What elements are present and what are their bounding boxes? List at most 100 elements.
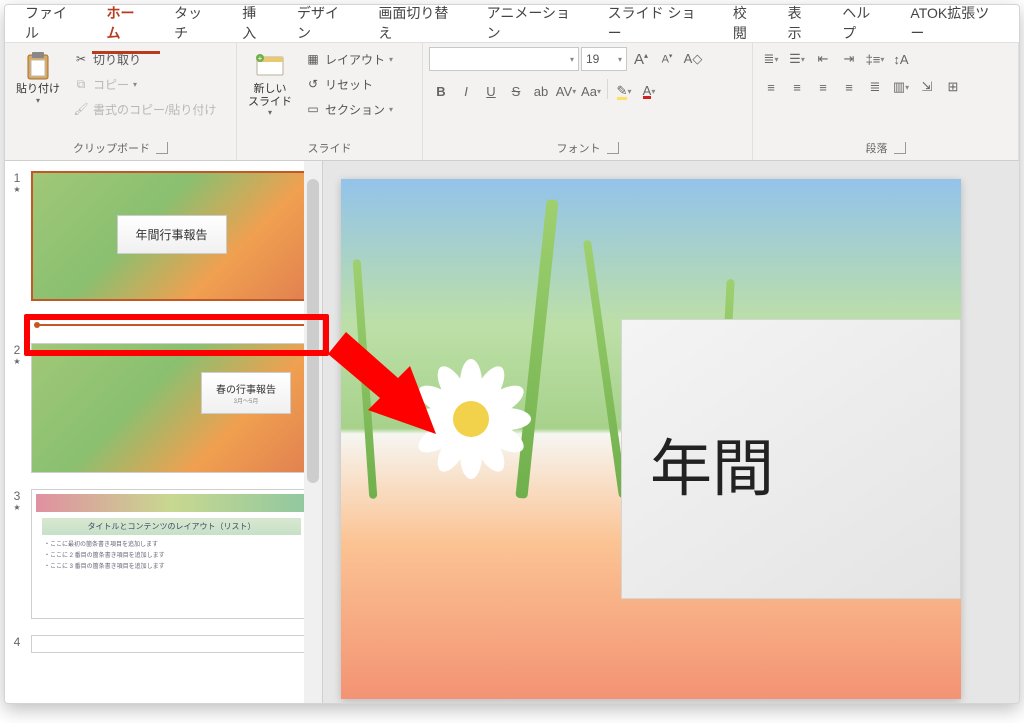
format-painter-button[interactable]: 🖌 書式のコピー/貼り付け xyxy=(69,97,220,121)
align-right-icon: ≡ xyxy=(819,80,827,95)
decrease-indent-icon: ⇤ xyxy=(818,51,829,67)
align-center-button[interactable]: ≡ xyxy=(785,75,809,99)
slides-group-label: スライド xyxy=(308,140,352,156)
paintbrush-icon: 🖌 xyxy=(73,101,89,117)
layout-label: レイアウト xyxy=(325,51,385,68)
slide-thumbnail-2[interactable]: 春の行事報告 3月～5月 xyxy=(31,343,312,473)
dialog-launcher-icon[interactable] xyxy=(607,142,619,154)
section-icon: ▭ xyxy=(305,101,321,117)
thumb-heading: タイトルとコンテンツのレイアウト（リスト） xyxy=(42,518,301,535)
font-size-combo[interactable]: 19 ▾ xyxy=(581,47,627,71)
text-shadow-icon: ab xyxy=(534,84,548,99)
char-spacing-button[interactable]: AV▾ xyxy=(554,79,578,103)
char-spacing-icon: AV xyxy=(556,84,572,99)
paragraph-group-label: 段落 xyxy=(866,140,888,156)
clear-format-icon: A◇ xyxy=(684,51,703,67)
align-left-button[interactable]: ≡ xyxy=(759,75,783,99)
increase-font-button[interactable]: A▴ xyxy=(629,47,653,71)
chevron-down-icon: ▾ xyxy=(268,108,272,117)
chevron-down-icon: ▾ xyxy=(389,105,393,114)
reset-button[interactable]: ↺ リセット xyxy=(301,72,397,96)
slide-thumbnail-3[interactable]: タイトルとコンテンツのレイアウト（リスト） ・ここに最初の箇条書き項目を追加しま… xyxy=(31,489,312,619)
chevron-down-icon: ▾ xyxy=(880,55,884,64)
cut-label: 切り取り xyxy=(93,51,141,68)
chevron-down-icon: ▾ xyxy=(801,55,805,64)
chevron-down-icon: ▾ xyxy=(389,55,393,64)
ribbon-tabs: ファイル ホーム タッチ 挿入 デザイン 画面切り替え アニメーション スライド… xyxy=(5,5,1019,43)
slide-title-text: 年間 xyxy=(650,418,774,508)
align-right-button[interactable]: ≡ xyxy=(811,75,835,99)
new-slide-button[interactable]: + 新しいスライド ▾ xyxy=(243,47,297,121)
underline-button[interactable]: U xyxy=(479,79,503,103)
cut-button[interactable]: ✂ 切り取り xyxy=(69,47,220,71)
highlight-button[interactable]: ✎▾ xyxy=(612,79,636,103)
text-direction-button[interactable]: ↕A xyxy=(889,47,913,71)
layout-button[interactable]: ▦ レイアウト ▾ xyxy=(301,47,397,71)
align-text-button[interactable]: ⇲ xyxy=(915,75,939,99)
copy-icon: ⧉ xyxy=(73,76,89,92)
numbering-button[interactable]: ☰▾ xyxy=(785,47,809,71)
dialog-launcher-icon[interactable] xyxy=(156,142,168,154)
columns-button[interactable]: ▥▾ xyxy=(889,75,913,99)
bullets-button[interactable]: ≣▾ xyxy=(759,47,783,71)
font-color-button[interactable]: A▾ xyxy=(637,79,661,103)
paste-button[interactable]: 貼り付け ▾ xyxy=(11,47,65,109)
chevron-down-icon: ▾ xyxy=(570,55,574,64)
font-color-icon: A xyxy=(643,83,652,99)
decrease-indent-button[interactable]: ⇤ xyxy=(811,47,835,71)
align-left-icon: ≡ xyxy=(767,80,775,95)
justify-button[interactable]: ≡ xyxy=(837,75,861,99)
shadow-button[interactable]: ab xyxy=(529,79,553,103)
layout-icon: ▦ xyxy=(305,51,321,67)
increase-indent-button[interactable]: ⇥ xyxy=(837,47,861,71)
align-text-icon: ⇲ xyxy=(922,79,933,95)
change-case-icon: Aa xyxy=(581,84,597,99)
chevron-down-icon: ▾ xyxy=(133,80,137,89)
decrease-font-button[interactable]: A▾ xyxy=(655,47,679,71)
slide-title-placeholder[interactable]: 年間 xyxy=(621,319,961,599)
thumb-scrollbar[interactable] xyxy=(304,161,322,703)
font-family-combo[interactable]: ▾ xyxy=(429,47,579,71)
font-group-label: フォント xyxy=(557,140,601,156)
ribbon: 貼り付け ▾ ✂ 切り取り ⧉ コピー ▾ 🖌 書式のコピー/貼 xyxy=(5,43,1019,161)
distribute-icon: ≣ xyxy=(870,79,881,95)
chevron-down-icon: ▾ xyxy=(36,96,40,105)
chevron-down-icon: ▾ xyxy=(572,87,576,96)
copy-button[interactable]: ⧉ コピー ▾ xyxy=(69,72,220,96)
scrollbar-thumb[interactable] xyxy=(307,179,319,483)
slide-canvas-area: 年間 xyxy=(323,161,1019,703)
dialog-launcher-icon[interactable] xyxy=(894,142,906,154)
paste-icon xyxy=(21,51,55,81)
italic-button[interactable]: I xyxy=(454,79,478,103)
smartart-icon: ⊞ xyxy=(948,79,959,95)
change-case-button[interactable]: Aa▾ xyxy=(579,79,603,103)
slide-thumbnail-1[interactable]: 年間行事報告 xyxy=(31,171,312,301)
smartart-button[interactable]: ⊞ xyxy=(941,75,965,99)
font-size-value: 19 xyxy=(586,52,599,66)
increase-indent-icon: ⇥ xyxy=(844,51,855,67)
strike-icon: S xyxy=(512,84,521,99)
bold-icon: B xyxy=(436,84,445,99)
distribute-button[interactable]: ≣ xyxy=(863,75,887,99)
decrease-font-icon: A▾ xyxy=(662,52,673,66)
chevron-down-icon: ▾ xyxy=(618,55,622,64)
slide-number: 2★ xyxy=(9,343,25,473)
current-slide[interactable]: 年間 xyxy=(341,179,961,699)
underline-icon: U xyxy=(486,84,495,99)
chevron-down-icon: ▾ xyxy=(627,87,631,96)
reset-label: リセット xyxy=(325,76,373,93)
thumb-title: 春の行事報告 3月～5月 xyxy=(201,372,291,414)
bullets-icon: ≣ xyxy=(764,51,775,67)
thumb-title: 年間行事報告 xyxy=(116,215,226,254)
section-button[interactable]: ▭ セクション ▾ xyxy=(301,97,397,121)
bold-button[interactable]: B xyxy=(429,79,453,103)
justify-icon: ≡ xyxy=(845,80,853,95)
line-spacing-button[interactable]: ‡≡▾ xyxy=(863,47,887,71)
increase-font-icon: A▴ xyxy=(634,51,648,68)
columns-icon: ▥ xyxy=(893,79,905,95)
numbering-icon: ☰ xyxy=(789,51,801,67)
text-direction-icon: ↕A xyxy=(893,52,908,67)
slide-thumbnail-4[interactable] xyxy=(31,635,312,653)
strike-button[interactable]: S xyxy=(504,79,528,103)
clear-format-button[interactable]: A◇ xyxy=(681,47,705,71)
